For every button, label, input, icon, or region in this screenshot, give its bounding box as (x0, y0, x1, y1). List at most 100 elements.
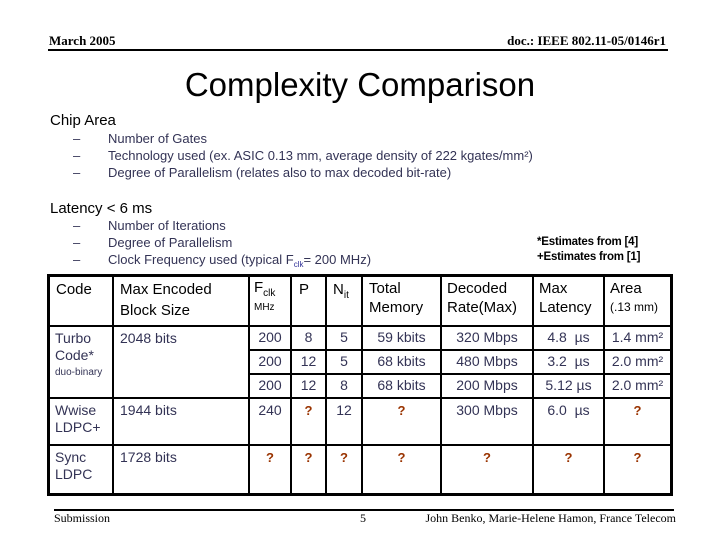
bullet-dash: – (73, 165, 81, 180)
row-divider (47, 397, 673, 399)
cell-rate: 320 Mbps (456, 329, 518, 345)
complexity-table: Code Max Encoded Block Size Fclk MHz P N… (47, 274, 673, 496)
bullet-item: – Number of Gates (73, 131, 207, 146)
estimate-note-4: *Estimates from [4] (537, 236, 639, 248)
bullet-item: – Degree of Parallelism (73, 235, 232, 250)
header-fclk-symbol: F (254, 279, 264, 296)
cell-p: 12 (300, 353, 317, 369)
cell-memory: 68 kbits (377, 377, 426, 393)
code-variant: duo-binary (55, 367, 103, 378)
header-latency-line2: Latency (539, 299, 592, 316)
bullet-dash: – (73, 218, 81, 233)
header-memory: Total Memory (369, 279, 423, 317)
cell-p: 8 (304, 329, 313, 345)
table-border (47, 274, 50, 496)
bullet-item: – Clock Frequency used (typical Fclk= 200… (73, 252, 371, 269)
section-heading-chip-area: Chip Area (50, 112, 116, 129)
cell-rate-unknown: ? (483, 450, 491, 465)
header-fclk-unit: MHz (254, 302, 275, 313)
estimate-note-1: +Estimates from [1] (537, 251, 641, 263)
cell-rate: 300 Mbps (456, 402, 518, 418)
header-rate-line1: Decoded (447, 280, 508, 297)
header-divider (48, 49, 668, 51)
footer-submission: Submission (54, 511, 111, 525)
bullet-dash: – (73, 235, 81, 250)
cell-latency-unknown: ? (564, 450, 573, 465)
cell-memory: 68 kbits (377, 353, 426, 369)
sync-code-label: Sync LDPC (55, 449, 92, 483)
cell-latency: 5.12 µs (545, 377, 592, 393)
bullet-text: Clock Frequency used (typical F (108, 252, 294, 267)
header-nit: Nit (333, 279, 349, 306)
bullet-text: Number of Gates (108, 131, 207, 146)
bullet-item: – Degree of Parallelism (relates also to … (73, 165, 451, 180)
header-fclk: Fclk MHz (254, 280, 275, 314)
bullet-text: Number of Iterations (108, 218, 226, 233)
cell-memory: 59 kbits (377, 329, 426, 345)
header-block-size-line2: Block Size (120, 302, 191, 319)
header-area-line2: (.13 mm) (610, 300, 658, 314)
bullet-text-tail: = 200 MHz) (303, 252, 372, 267)
header-rate: Decoded Rate(Max) (447, 279, 517, 317)
code-name-line1: Sync (55, 449, 87, 465)
bullet-text: Degree of Parallelism (relates also to m… (108, 165, 452, 180)
cell-nit: 5 (340, 329, 348, 345)
cell-nit: 12 (336, 402, 352, 418)
cell-area: 2.0 mm² (611, 353, 664, 369)
cell-latency: 3.2 µs (547, 353, 590, 369)
cell-memory-unknown: ? (397, 403, 406, 418)
cell-fclk: 200 (258, 329, 282, 345)
cell-fclk: 200 (258, 377, 282, 393)
bullet-dash: – (73, 131, 81, 146)
header-code: Code (56, 281, 92, 298)
code-name-line1: Turbo (55, 330, 92, 346)
cell-p-unknown: ? (304, 403, 313, 418)
bullet-text: Technology used (ex. ASIC 0.13 mm, avera… (108, 148, 533, 163)
cell-fclk-unknown: ? (266, 450, 274, 465)
header-p: P (299, 281, 310, 298)
table-border (47, 493, 673, 496)
bullet-dash: – (73, 252, 81, 267)
code-name-line2: LDPC (55, 466, 93, 482)
table-border (670, 274, 673, 496)
cell-latency: 4.8 µs (547, 329, 590, 345)
cell-p: 12 (300, 377, 317, 393)
header-block-size: Max Encoded Block Size (120, 279, 212, 321)
wwise-block-size: 1944 bits (120, 402, 177, 418)
bullet-text: Degree of Parallelism (108, 235, 233, 250)
code-name-line2: LDPC+ (55, 419, 101, 435)
sync-block-size: 1728 bits (120, 449, 177, 465)
header-rate-line2: Rate(Max) (447, 299, 518, 316)
header-nit-subscript: it (343, 290, 349, 301)
footer-authors: John Benko, Marie-Helene Hamon, France T… (425, 511, 676, 525)
cell-latency: 6.0 µs (547, 402, 590, 418)
cell-nit-unknown: ? (340, 450, 348, 465)
slide-title: Complexity Comparison (184, 66, 536, 103)
bullet-dash: – (73, 148, 81, 163)
code-name-line1: Wwise (55, 402, 97, 418)
wwise-code-label: Wwise LDPC+ (55, 402, 101, 436)
bullet-item: – Number of Iterations (73, 218, 226, 233)
cell-fclk: 240 (258, 402, 282, 418)
cell-p-unknown: ? (304, 450, 313, 465)
header-memory-line2: Memory (369, 299, 424, 316)
cell-nit: 5 (340, 353, 348, 369)
header-date: March 2005 (49, 33, 116, 48)
turbo-code-label: Turbo Code* duo-binary (55, 330, 102, 381)
table-border (47, 274, 673, 277)
row-divider (248, 349, 673, 351)
row-divider (47, 444, 673, 446)
cell-area-unknown: ? (633, 450, 642, 465)
cell-rate: 200 Mbps (456, 377, 518, 393)
cell-memory-unknown: ? (397, 450, 406, 465)
cell-area: 2.0 mm² (611, 377, 664, 393)
row-divider (47, 325, 673, 327)
header-doc-id: doc.: IEEE 802.11-05/0146r1 (507, 33, 666, 48)
bullet-item: – Technology used (ex. ASIC 0.13 mm, aver… (73, 148, 533, 163)
turbo-block-size: 2048 bits (120, 330, 177, 346)
header-fclk-subscript: clk (263, 288, 276, 299)
header-nit-symbol: N (333, 281, 344, 298)
header-latency: Max Latency (539, 279, 592, 317)
column-divider (112, 274, 114, 496)
page-number: 5 (360, 511, 366, 525)
